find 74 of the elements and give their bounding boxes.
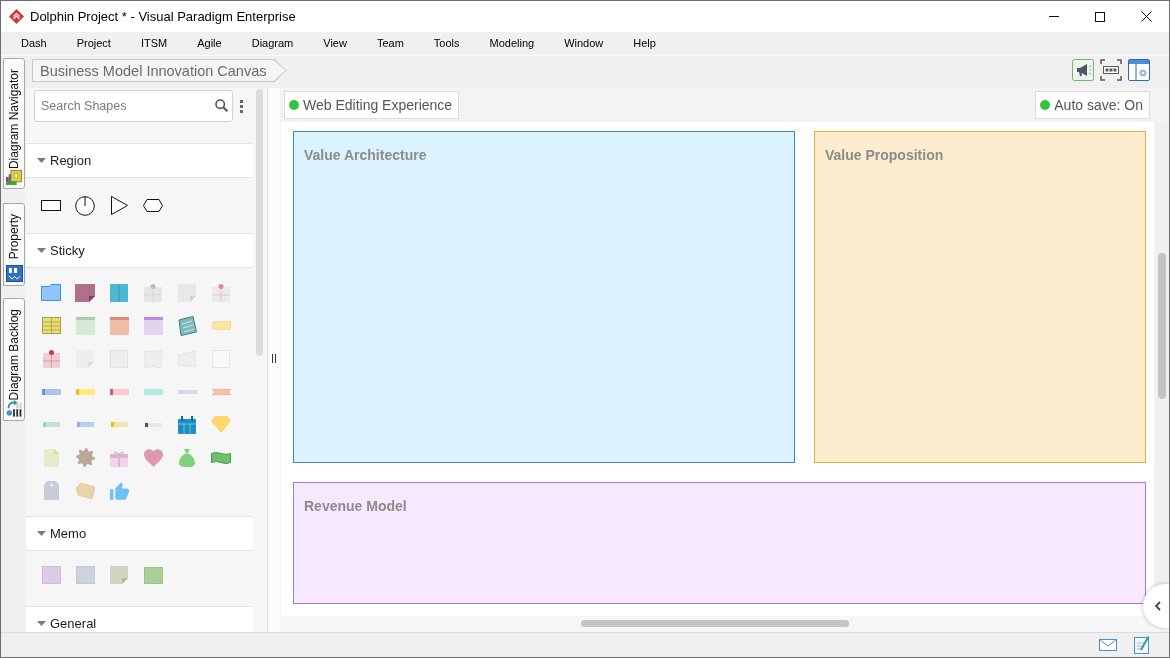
- gear-icon[interactable]: [75, 448, 95, 467]
- menu-item[interactable]: Window: [549, 32, 619, 55]
- breadcrumb-item[interactable]: Business Model Innovation Canvas: [32, 59, 287, 82]
- thumbs-up-icon[interactable]: [109, 481, 129, 500]
- region-title: Value Proposition: [825, 147, 944, 163]
- sticky-note-icon[interactable]: [41, 284, 61, 301]
- search-icon[interactable]: [215, 99, 228, 112]
- envelope-icon[interactable]: [1099, 639, 1117, 651]
- hexagon-icon[interactable]: [143, 199, 163, 212]
- memo-note-icon[interactable]: [143, 566, 163, 584]
- fit-frame-icon[interactable]: [1100, 59, 1122, 81]
- tag-icon[interactable]: [75, 482, 95, 499]
- menu-item[interactable]: Modeling: [474, 32, 550, 55]
- lined-note-icon[interactable]: [41, 317, 61, 334]
- triangle-icon[interactable]: [110, 196, 128, 215]
- close-icon: [1140, 11, 1152, 22]
- money-bag-icon[interactable]: [179, 448, 195, 467]
- region-title: Value Architecture: [304, 147, 427, 163]
- diamond-icon[interactable]: [211, 416, 231, 433]
- rectangle-icon[interactable]: [41, 200, 61, 211]
- section-header[interactable]: General: [26, 606, 253, 632]
- tag-icon[interactable]: [43, 481, 59, 500]
- page-icon[interactable]: [43, 448, 59, 467]
- ribbon-icon[interactable]: [211, 388, 231, 395]
- arrow-and-bars-icon: [5, 400, 23, 417]
- circle-icon[interactable]: [75, 195, 95, 216]
- heart-icon[interactable]: [143, 448, 163, 467]
- sticky-note-icon[interactable]: [75, 283, 95, 302]
- window-layout-icon[interactable]: [1128, 59, 1150, 81]
- sheet-icon: [5, 265, 23, 282]
- menu-item[interactable]: Agile: [182, 32, 237, 55]
- calendar-icon[interactable]: [178, 415, 196, 434]
- menu-item[interactable]: Team: [361, 32, 419, 55]
- document-pencil-icon[interactable]: [1134, 636, 1150, 654]
- section-header[interactable]: Region: [26, 143, 253, 178]
- memo-note-icon[interactable]: [75, 566, 95, 584]
- tape-label-icon[interactable]: [211, 321, 231, 330]
- folder-stack-icon: [5, 169, 23, 185]
- window-title: Dolphin Project * - Visual Paradigm Enterprise: [30, 7, 296, 26]
- memo-note-icon[interactable]: [41, 566, 61, 584]
- gift-icon[interactable]: [110, 448, 128, 467]
- status-label: Web Editing Experience: [303, 95, 453, 115]
- app-logo-icon: [9, 9, 24, 24]
- scrollbar-thumb[interactable]: [581, 620, 849, 627]
- menu-item[interactable]: Diagram: [236, 32, 309, 55]
- memo-note-icon[interactable]: [110, 566, 128, 584]
- menu-item[interactable]: Dash: [6, 32, 62, 55]
- side-tab[interactable]: Diagram Backlog: [3, 298, 25, 421]
- minimize-icon: [1049, 16, 1059, 17]
- scrollbar-thumb[interactable]: [1158, 253, 1166, 399]
- region-title: Revenue Model: [304, 498, 407, 514]
- chevron-left-icon: [1155, 601, 1161, 611]
- menu-item[interactable]: View: [308, 32, 362, 55]
- side-tab[interactable]: Property: [3, 203, 25, 286]
- search-field[interactable]: Search Shapes: [34, 90, 233, 122]
- menu-item[interactable]: Help: [618, 32, 671, 55]
- tape-icon[interactable]: [109, 388, 129, 395]
- section-header[interactable]: Memo: [26, 516, 253, 551]
- menu-item[interactable]: ITSM: [125, 32, 183, 55]
- more-options-icon[interactable]: [240, 100, 243, 113]
- maximize-icon: [1095, 11, 1105, 22]
- menu-item[interactable]: Project: [61, 32, 126, 55]
- menu-item[interactable]: Tools: [418, 32, 475, 55]
- banknote-icon[interactable]: [211, 450, 231, 465]
- section-header[interactable]: Sticky: [26, 233, 253, 268]
- megaphone-icon[interactable]: [1072, 59, 1094, 81]
- side-tab[interactable]: Diagram Navigator: [3, 58, 25, 189]
- tape-icon[interactable]: [144, 422, 162, 427]
- splitter-grip-icon[interactable]: [272, 353, 276, 363]
- pinned-note-icon[interactable]: [212, 283, 230, 302]
- scrollbar-thumb[interactable]: [256, 89, 263, 356]
- pinned-note-icon[interactable]: [42, 349, 60, 368]
- status-label: Auto save: On: [1054, 95, 1143, 115]
- notebook-icon[interactable]: [177, 315, 197, 336]
